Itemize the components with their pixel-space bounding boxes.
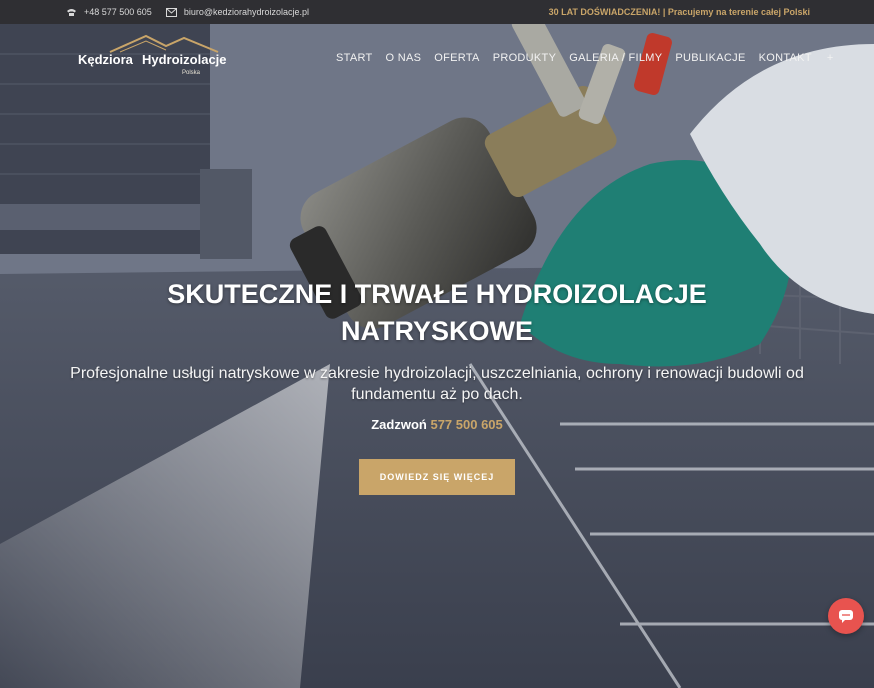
- phone-contact[interactable]: +48 577 500 605: [66, 7, 152, 17]
- logo-subtitle: Polska: [182, 70, 201, 76]
- nav-publikacje[interactable]: PUBLIKACJE: [675, 52, 745, 64]
- chat-icon: [839, 610, 853, 623]
- call-phone-link[interactable]: 577 500 605: [430, 417, 502, 432]
- nav-o-nas[interactable]: O NAS: [386, 52, 422, 64]
- nav-galeria-filmy[interactable]: GALERIA / FILMY: [569, 52, 662, 64]
- nav-oferta[interactable]: OFERTA: [434, 52, 479, 64]
- experience-tagline: 30 LAT DOŚWIADCZENIA! | Pracujemy na ter…: [548, 7, 810, 17]
- email-address: biuro@kedziorahydroizolacje.pl: [183, 7, 310, 17]
- hero-background-image: [0, 24, 874, 688]
- hero-headline: SKUTECZNE I TRWAŁE HYDROIZOLACJE NATRYSK…: [0, 276, 874, 350]
- roof-icon: [109, 34, 219, 53]
- nav-kontakt[interactable]: KONTAKT: [759, 52, 812, 64]
- phone-icon: [67, 8, 76, 16]
- hero-section: Kędziora Hydroizolacje Polska START O NA…: [0, 24, 874, 688]
- company-logo[interactable]: Kędziora Hydroizolacje Polska: [76, 34, 236, 82]
- chat-button[interactable]: [828, 598, 864, 634]
- nav-expand-button[interactable]: +: [827, 52, 833, 64]
- nav-produkty[interactable]: PRODUKTY: [493, 52, 557, 64]
- learn-more-button[interactable]: DOWIEDZ SIĘ WIĘCEJ: [359, 459, 515, 495]
- logo-word-hydroizolacje: Hydroizolacje: [142, 52, 227, 67]
- email-contact[interactable]: biuro@kedziorahydroizolacje.pl: [165, 7, 310, 17]
- headline-line-2: NATRYSKOWE: [341, 316, 533, 346]
- call-label: Zadzwoń: [371, 417, 427, 432]
- logo-word-kedziora: Kędziora: [78, 52, 133, 67]
- phone-number: +48 577 500 605: [84, 7, 152, 17]
- nav-start[interactable]: START: [336, 52, 373, 64]
- headline-line-1: SKUTECZNE I TRWAŁE HYDROIZOLACJE: [167, 279, 707, 309]
- hero-lead-text: Profesjonalne usługi natryskowe w zakres…: [70, 365, 804, 403]
- top-contact-bar: +48 577 500 605 biuro@kedziorahydroizola…: [0, 0, 874, 24]
- envelope-icon: [165, 7, 177, 17]
- main-navigation: START O NAS OFERTA PRODUKTY GALERIA / FI…: [336, 52, 833, 64]
- call-row: Zadzwoń 577 500 605: [0, 417, 874, 432]
